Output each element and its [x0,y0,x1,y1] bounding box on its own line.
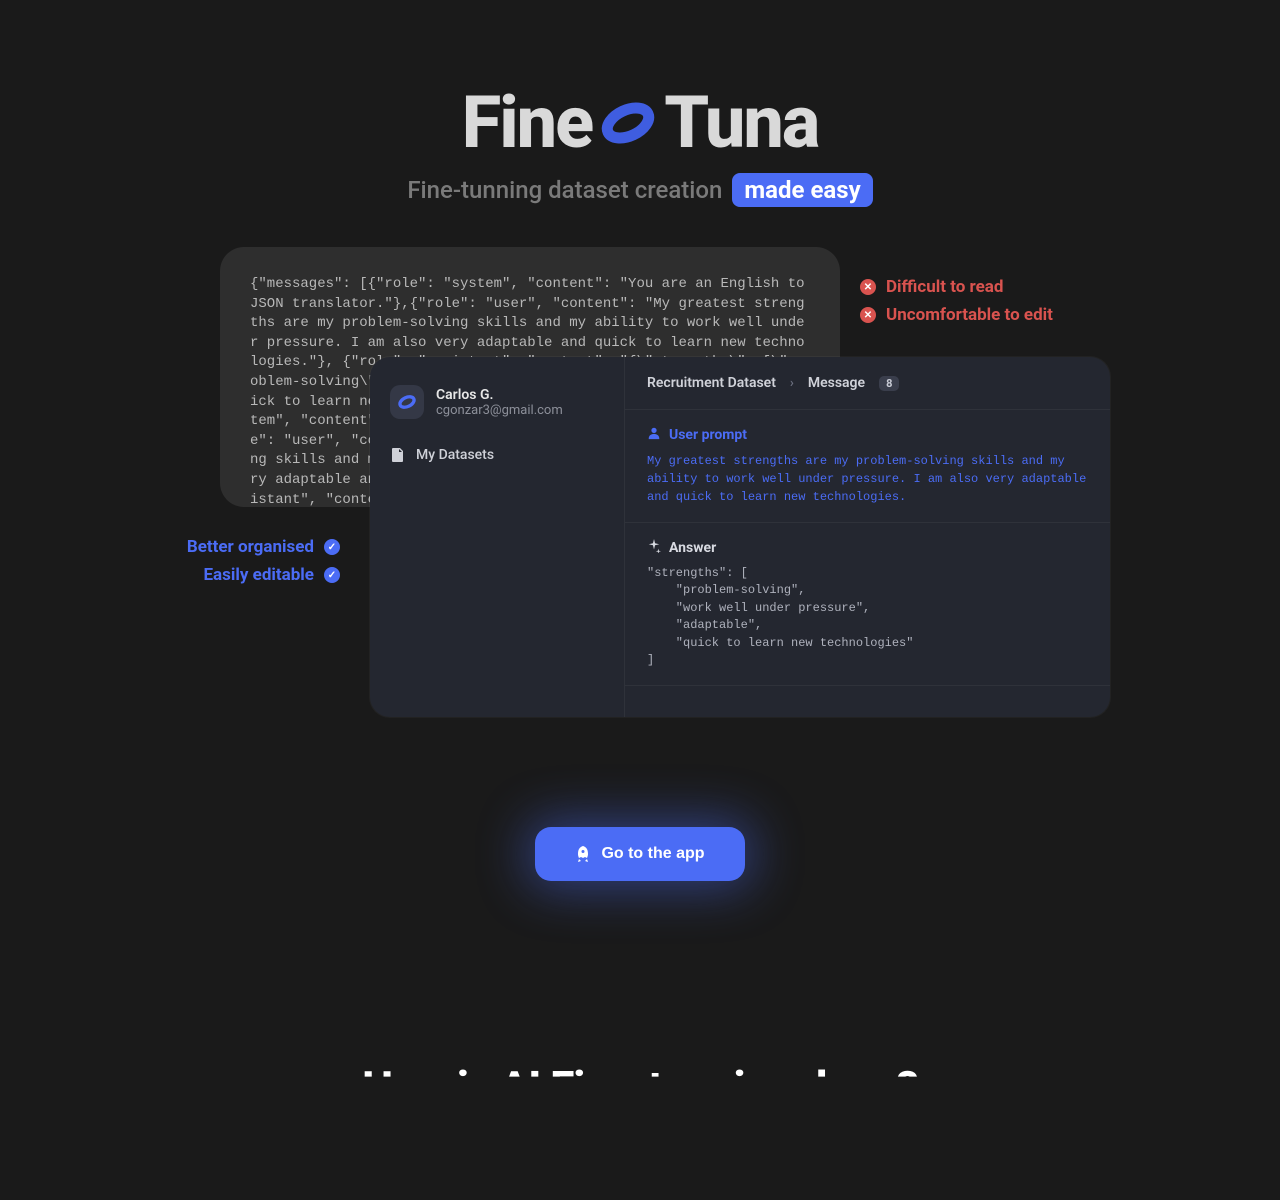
user-prompt-text: My greatest strengths are my problem-sol… [647,452,1088,506]
chevron-right-icon: › [790,376,794,391]
brand-word-2: Tuna [664,80,818,165]
tagline-highlight: made easy [732,173,872,207]
benefit-2: Easily editable ✓ [203,565,340,585]
answer-title: Answer [669,540,716,556]
document-icon [390,447,406,463]
benefit-1: Better organised ✓ [187,537,340,557]
drawback-2-label: Uncomfortable to edit [886,305,1053,325]
answer-text: "strengths": [ "problem-solving", "work … [647,565,1088,669]
brand-logo: Fine Tuna [0,80,1280,165]
benefit-1-label: Better organised [187,537,314,557]
sidebar-item-label: My Datasets [416,447,494,463]
x-circle-icon: ✕ [860,279,876,295]
answer-section: Answer "strengths": [ "problem-solving",… [625,523,1110,686]
x-circle-icon: ✕ [860,307,876,323]
rocket-icon [575,846,591,862]
user-email: cgonzar3@gmail.com [436,403,563,418]
brand-word-1: Fine [462,80,592,165]
lower-section-heading: How is AI Fine-tunning done? [0,1061,1280,1113]
sidebar-item-datasets[interactable]: My Datasets [390,447,604,463]
user-profile[interactable]: Carlos G. cgonzar3@gmail.com [390,385,604,419]
go-to-app-button[interactable]: Go to the app [535,827,744,881]
tagline: Fine-tunning dataset creation made easy [0,173,1280,207]
app-sidebar: Carlos G. cgonzar3@gmail.com My Datasets [370,357,625,717]
drawback-1-label: Difficult to read [886,277,1003,297]
user-prompt-title: User prompt [669,427,747,443]
app-preview-card: Carlos G. cgonzar3@gmail.com My Datasets… [370,357,1110,717]
check-circle-icon: ✓ [324,539,340,555]
user-icon [647,426,661,444]
drawback-1: ✕ Difficult to read [860,277,1053,297]
drawback-2: ✕ Uncomfortable to edit [860,305,1053,325]
tagline-prefix: Fine-tunning dataset creation [407,176,722,204]
user-name: Carlos G. [436,387,563,403]
avatar [390,385,424,419]
benefit-2-label: Easily editable [203,565,314,585]
ring-icon [600,95,656,151]
breadcrumb: Recruitment Dataset › Message 8 [625,357,1110,410]
check-circle-icon: ✓ [324,567,340,583]
cta-label: Go to the app [601,845,704,863]
sparkle-icon [647,539,661,557]
user-prompt-section: User prompt My greatest strengths are my… [625,410,1110,523]
breadcrumb-message-label[interactable]: Message [808,375,865,391]
message-number-badge: 8 [879,376,899,391]
breadcrumb-dataset[interactable]: Recruitment Dataset [647,375,776,391]
